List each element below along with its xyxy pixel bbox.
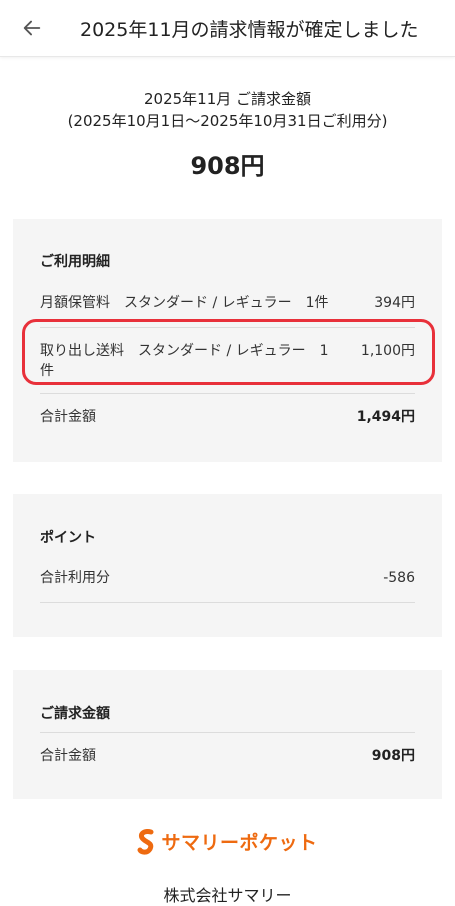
app-header: 2025年11月の請求情報が確定しました: [0, 0, 455, 57]
divider: [40, 393, 415, 394]
usage-row-label: 月額保管料 スタンダード / レギュラー 1件: [40, 295, 329, 311]
usage-row-storage: 月額保管料 スタンダード / レギュラー 1件 394円: [40, 293, 415, 313]
summary-period: (2025年10月1日〜2025年10月31日ご利用分): [67, 112, 388, 130]
usage-total-row: 合計金額 1,494円: [40, 407, 415, 427]
points-used-value: -586: [383, 570, 415, 586]
billing-card: ご請求金額 合計金額 908円: [13, 670, 442, 799]
billing-summary: 2025年11月 ご請求金額 (2025年10月1日〜2025年10月31日ご利…: [0, 88, 455, 181]
company-name: 株式会社サマリー: [163, 886, 292, 905]
divider: [40, 732, 415, 733]
usage-title: ご利用明細: [40, 254, 110, 270]
arrow-left-icon: [23, 20, 41, 36]
brand-logo: サマリーポケット: [0, 828, 455, 855]
logo-text: サマリーポケット: [161, 832, 318, 854]
billing-title: ご請求金額: [40, 706, 110, 722]
logo-mark-icon: [137, 828, 154, 855]
points-title: ポイント: [40, 530, 96, 546]
billing-total-row: 合計金額 908円: [40, 746, 415, 766]
page-title: 2025年11月の請求情報が確定しました: [80, 19, 419, 41]
summary-label: 2025年11月 ご請求金額: [143, 90, 312, 108]
divider: [40, 602, 415, 603]
highlight-annotation: [22, 319, 435, 385]
points-used-row: 合計利用分 -586: [40, 568, 415, 588]
points-used-label: 合計利用分: [40, 570, 110, 586]
usage-total-label: 合計金額: [40, 409, 96, 425]
back-button[interactable]: [16, 12, 48, 44]
usage-total-value: 1,494円: [356, 409, 415, 425]
usage-row-value: 394円: [374, 295, 415, 311]
summary-amount: 908円: [190, 152, 265, 180]
billing-total-label: 合計金額: [40, 748, 96, 764]
billing-total-value: 908円: [371, 748, 415, 764]
points-card: ポイント 合計利用分 -586: [13, 494, 442, 637]
